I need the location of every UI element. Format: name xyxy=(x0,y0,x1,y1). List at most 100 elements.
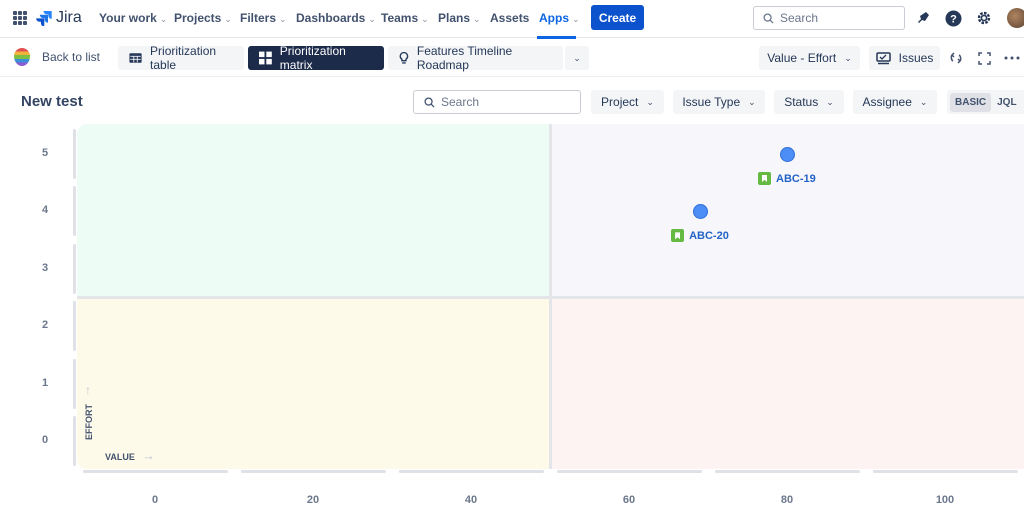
top-navigation: Jira Your work ⌄ Projects ⌄ Filters ⌄ Dashb… xyxy=(0,0,1024,39)
x-axis-segment xyxy=(399,470,544,473)
refresh-icon[interactable] xyxy=(947,49,965,67)
y-tick-label: 4 xyxy=(42,204,49,217)
tab-label: Prioritization table xyxy=(150,44,217,72)
story-icon xyxy=(758,172,771,185)
arrow-up-icon: ↑ xyxy=(85,383,91,397)
quadrant-bottom-left xyxy=(77,299,549,469)
basic-mode-button[interactable]: BASIC xyxy=(950,92,992,112)
nav-assets[interactable]: Assets xyxy=(490,11,529,25)
issue-key: ABC-19 xyxy=(776,172,816,185)
chevron-down-icon: ⌄ xyxy=(844,52,852,63)
issue-point-marker[interactable] xyxy=(779,146,795,162)
chevron-down-icon: ⌄ xyxy=(224,14,232,24)
global-search-input[interactable]: Search xyxy=(753,6,905,30)
y-tick-label: 0 xyxy=(42,434,49,446)
x-tick-label: 40 xyxy=(464,494,478,506)
chevron-down-icon: ⌄ xyxy=(368,14,376,24)
page-title: New test xyxy=(21,93,83,110)
matrix-icon xyxy=(259,51,272,65)
nav-your-work[interactable]: Your work ⌄ xyxy=(99,11,167,25)
nav-label: Apps xyxy=(539,11,569,25)
jql-mode-button[interactable]: JQL xyxy=(997,97,1016,108)
nav-label: Plans xyxy=(438,11,471,25)
filter-label: Status xyxy=(784,95,819,109)
issue-point-label[interactable]: ABC-19 xyxy=(758,172,816,185)
nav-dashboards[interactable]: Dashboards ⌄ xyxy=(296,11,376,25)
y-tick-label: 3 xyxy=(42,261,49,274)
search-placeholder: Search xyxy=(780,11,819,25)
y-tick-label: 5 xyxy=(42,147,49,159)
nav-label: Dashboards xyxy=(296,11,366,25)
chevron-down-icon: ⌄ xyxy=(159,14,168,24)
chevron-down-icon: ⌄ xyxy=(473,14,481,24)
settings-icon[interactable] xyxy=(975,9,993,27)
x-axis-segment xyxy=(715,470,860,473)
issues-panel-icon xyxy=(875,51,891,64)
issues-button[interactable]: Issues xyxy=(869,46,940,70)
nav-apps[interactable]: Apps ⌄ xyxy=(539,11,580,25)
tab-prioritization-table[interactable]: Prioritization table xyxy=(118,44,244,72)
tab-label: Features Timeline Roadmap xyxy=(416,44,513,72)
nav-label: Filters xyxy=(240,11,277,25)
effort-axis-label: EFFORT xyxy=(84,404,94,440)
filter-assignee[interactable]: Assignee ⌄ xyxy=(853,90,937,114)
x-tick-label: 80 xyxy=(780,494,794,506)
issue-search-input[interactable]: Search xyxy=(413,90,581,114)
profile-avatar[interactable] xyxy=(1007,8,1024,28)
help-icon[interactable]: ? xyxy=(944,9,962,27)
story-icon xyxy=(671,229,685,243)
more-options-icon[interactable] xyxy=(1003,49,1021,67)
issue-key: ABC-20 xyxy=(689,229,729,242)
y-axis-segment xyxy=(73,243,76,294)
filter-label: Issue Type xyxy=(682,95,741,109)
chevron-down-icon: ⌄ xyxy=(646,96,654,107)
quadrant-divider-horizontal xyxy=(77,296,1024,299)
back-label: Back to list xyxy=(42,50,101,64)
issue-point-marker[interactable] xyxy=(692,203,708,219)
x-axis-segment xyxy=(83,470,228,473)
arrow-right-icon: → xyxy=(142,448,155,463)
back-to-list-link[interactable]: Back to list xyxy=(14,48,100,66)
x-tick-label: 20 xyxy=(306,494,320,506)
search-icon xyxy=(763,12,774,24)
x-tick-label: 100 xyxy=(935,494,955,506)
filter-status[interactable]: Status ⌄ xyxy=(774,90,844,114)
nav-label: Assets xyxy=(490,11,530,25)
issue-point-label[interactable]: ABC-20 xyxy=(671,229,729,243)
app-toolbar: Back to list Prioritization table Priori… xyxy=(0,39,1024,77)
y-axis-segment xyxy=(73,129,76,179)
notifications-icon[interactable] xyxy=(914,9,932,27)
lightbulb-icon xyxy=(399,51,409,64)
chevron-down-icon: ⌄ xyxy=(919,96,928,107)
nav-filters[interactable]: Filters ⌄ xyxy=(240,11,287,25)
tab-features-timeline-roadmap[interactable]: Features Timeline Roadmap xyxy=(388,44,563,72)
more-views-dropdown[interactable]: ⌄ xyxy=(565,46,589,70)
chevron-down-icon: ⌄ xyxy=(572,14,580,24)
filter-project[interactable]: Project ⌄ xyxy=(591,90,664,114)
value-axis-label: VALUE xyxy=(105,452,135,462)
filter-label: Assignee xyxy=(862,95,912,109)
chevron-down-icon: ⌄ xyxy=(279,14,287,24)
tab-prioritization-matrix[interactable]: Prioritization matrix xyxy=(248,44,384,72)
x-axis-segment xyxy=(873,470,1018,473)
app-switcher-icon[interactable] xyxy=(13,11,27,25)
x-axis-segment xyxy=(557,470,702,473)
fullscreen-icon[interactable] xyxy=(975,49,993,67)
search-placeholder: Search xyxy=(441,95,480,109)
filter-issue-type[interactable]: Issue Type ⌄ xyxy=(673,90,765,114)
svg-text:?: ? xyxy=(950,13,957,25)
create-button[interactable]: Create xyxy=(591,5,644,30)
y-axis-segment xyxy=(73,358,76,409)
x-axis-segment xyxy=(241,470,386,473)
nav-plans[interactable]: Plans ⌄ xyxy=(438,11,481,25)
nav-projects[interactable]: Projects ⌄ xyxy=(174,11,232,25)
chevron-down-icon: ⌄ xyxy=(421,14,429,24)
nav-label: Your work xyxy=(99,11,157,25)
jira-logo[interactable]: Jira xyxy=(36,9,82,27)
y-axis-segment xyxy=(73,301,76,352)
y-axis-segment xyxy=(73,186,76,237)
matrix-type-select[interactable]: Value - Effort ⌄ xyxy=(759,46,860,70)
nav-teams[interactable]: Teams ⌄ xyxy=(381,11,429,25)
quadrant-top-left xyxy=(77,124,549,296)
filter-label: Project xyxy=(601,95,639,109)
